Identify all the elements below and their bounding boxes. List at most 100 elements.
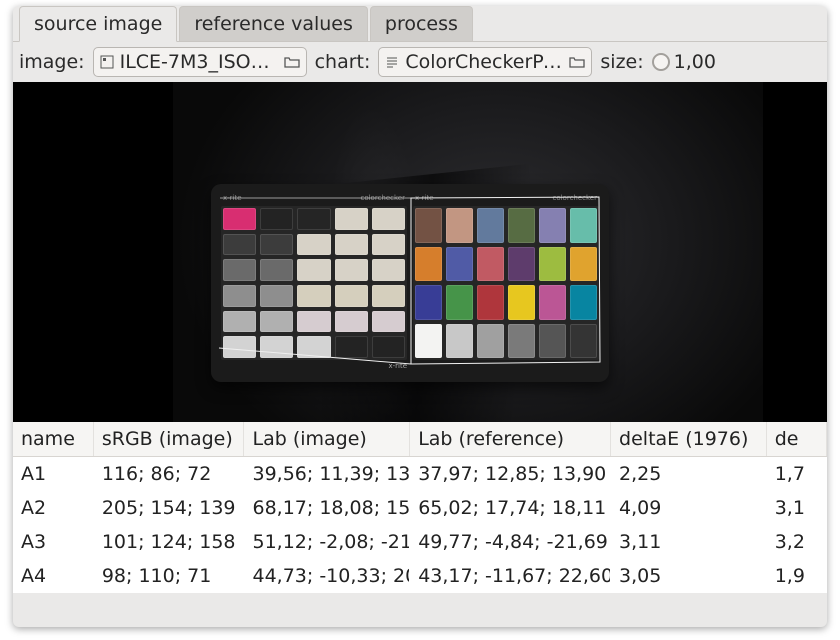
swatch [415,208,442,243]
col-lab-reference[interactable]: Lab (reference) [410,422,611,457]
tab-bar: source image reference values process [13,6,827,42]
col-lab-image[interactable]: Lab (image) [244,422,410,457]
swatch [508,285,535,320]
swatch [477,208,504,243]
size-value: 1,00 [674,51,716,73]
image-label: image: [19,51,85,73]
swatch [260,285,293,307]
size-radio-icon[interactable] [652,53,670,71]
image-picker[interactable]: ILCE-7M3_ISO100_A... [93,47,307,77]
chart-label: chart: [315,51,371,73]
image-file-icon [100,55,114,69]
swatch [223,234,256,256]
table-row[interactable]: A1116; 86; 7239,56; 11,39; 13,2837,97; 1… [13,457,827,492]
col-extra[interactable]: de [766,422,826,457]
cell-srgb: 101; 124; 158 [93,525,244,559]
swatch [372,285,405,307]
col-deltae-1976[interactable]: deltaE (1976) [611,422,767,457]
swatch [446,324,473,359]
swatch [477,285,504,320]
swatch [446,208,473,243]
swatch [335,336,368,358]
cell-name: A4 [13,559,93,593]
swatch [260,234,293,256]
swatch [260,259,293,281]
folder-open-icon [284,55,300,69]
swatch [335,234,368,256]
table-row[interactable]: A3101; 124; 15851,12; -2,08; -21,1849,77… [13,525,827,559]
swatch [570,208,597,243]
brand-label: x-rite [388,362,407,372]
table-header-row: name sRGB (image) Lab (image) Lab (refer… [13,422,827,457]
table-row[interactable]: A2205; 154; 13968,17; 18,08; 15,5265,02;… [13,491,827,525]
swatch [372,259,405,281]
swatch [223,208,256,230]
swatch [539,324,566,359]
cell-lab_ref: 37,97; 12,85; 13,90 [410,457,611,492]
swatch [508,247,535,282]
tab-reference-values[interactable]: reference values [179,6,368,41]
swatch [415,324,442,359]
swatch [539,285,566,320]
swatch [415,247,442,282]
swatch [508,208,535,243]
chart-picker-text: ColorCheckerPassp... [405,51,563,73]
swatch [477,247,504,282]
cell-last: 3,1 [766,491,826,525]
swatch [446,285,473,320]
tab-process[interactable]: process [370,6,473,41]
table-row[interactable]: A498; 110; 7144,73; -10,33; 20,3443,17; … [13,559,827,593]
tab-source-image[interactable]: source image [19,6,177,42]
cell-name: A3 [13,525,93,559]
results-table: name sRGB (image) Lab (image) Lab (refer… [13,422,827,593]
swatch [223,336,256,358]
chart-picker[interactable]: ColorCheckerPassp... [378,47,592,77]
col-srgb[interactable]: sRGB (image) [93,422,244,457]
cell-lab_img: 39,56; 11,39; 13,28 [244,457,410,492]
swatch [415,285,442,320]
swatch [297,311,330,333]
cell-srgb: 116; 86; 72 [93,457,244,492]
swatch [297,234,330,256]
swatch [335,285,368,307]
product-label: colorchecker [360,194,405,204]
cell-name: A1 [13,457,93,492]
swatch [446,247,473,282]
size-label: size: [600,51,643,73]
swatch [297,259,330,281]
swatch [335,311,368,333]
swatch [477,324,504,359]
cell-name: A2 [13,491,93,525]
cell-lab_ref: 65,02; 17,74; 18,11 [410,491,611,525]
swatch [223,311,256,333]
cell-lab_img: 68,17; 18,08; 15,52 [244,491,410,525]
swatch [297,285,330,307]
swatch [335,259,368,281]
swatch [508,324,535,359]
swatch [335,208,368,230]
toolbar: image: ILCE-7M3_ISO100_A... chart: Color… [13,42,827,82]
cell-srgb: 205; 154; 139 [93,491,244,525]
swatch [260,208,293,230]
folder-open-icon [569,55,585,69]
cell-lab_ref: 49,77; -4,84; -21,69 [410,525,611,559]
swatch [297,208,330,230]
col-name[interactable]: name [13,422,93,457]
swatch [372,311,405,333]
passport-page-right: x-rite colorchecker [413,194,599,372]
passport-page-left: x-rite colorchecker x-rite [221,194,407,372]
swatch [297,336,330,358]
product-label: colorchecker [552,194,597,204]
image-picker-text: ILCE-7M3_ISO100_A... [120,51,278,73]
cell-de76: 3,11 [611,525,767,559]
size-field[interactable]: 1,00 [652,51,716,73]
cell-lab_ref: 43,17; -11,67; 22,60 [410,559,611,593]
swatch [570,285,597,320]
chart-file-icon [385,55,399,69]
cell-lab_img: 44,73; -10,33; 20,34 [244,559,410,593]
swatch [372,208,405,230]
cell-last: 3,2 [766,525,826,559]
image-preview[interactable]: x-rite colorchecker x-rite x-rite colorc… [13,82,827,422]
cell-last: 1,7 [766,457,826,492]
swatch [570,324,597,359]
